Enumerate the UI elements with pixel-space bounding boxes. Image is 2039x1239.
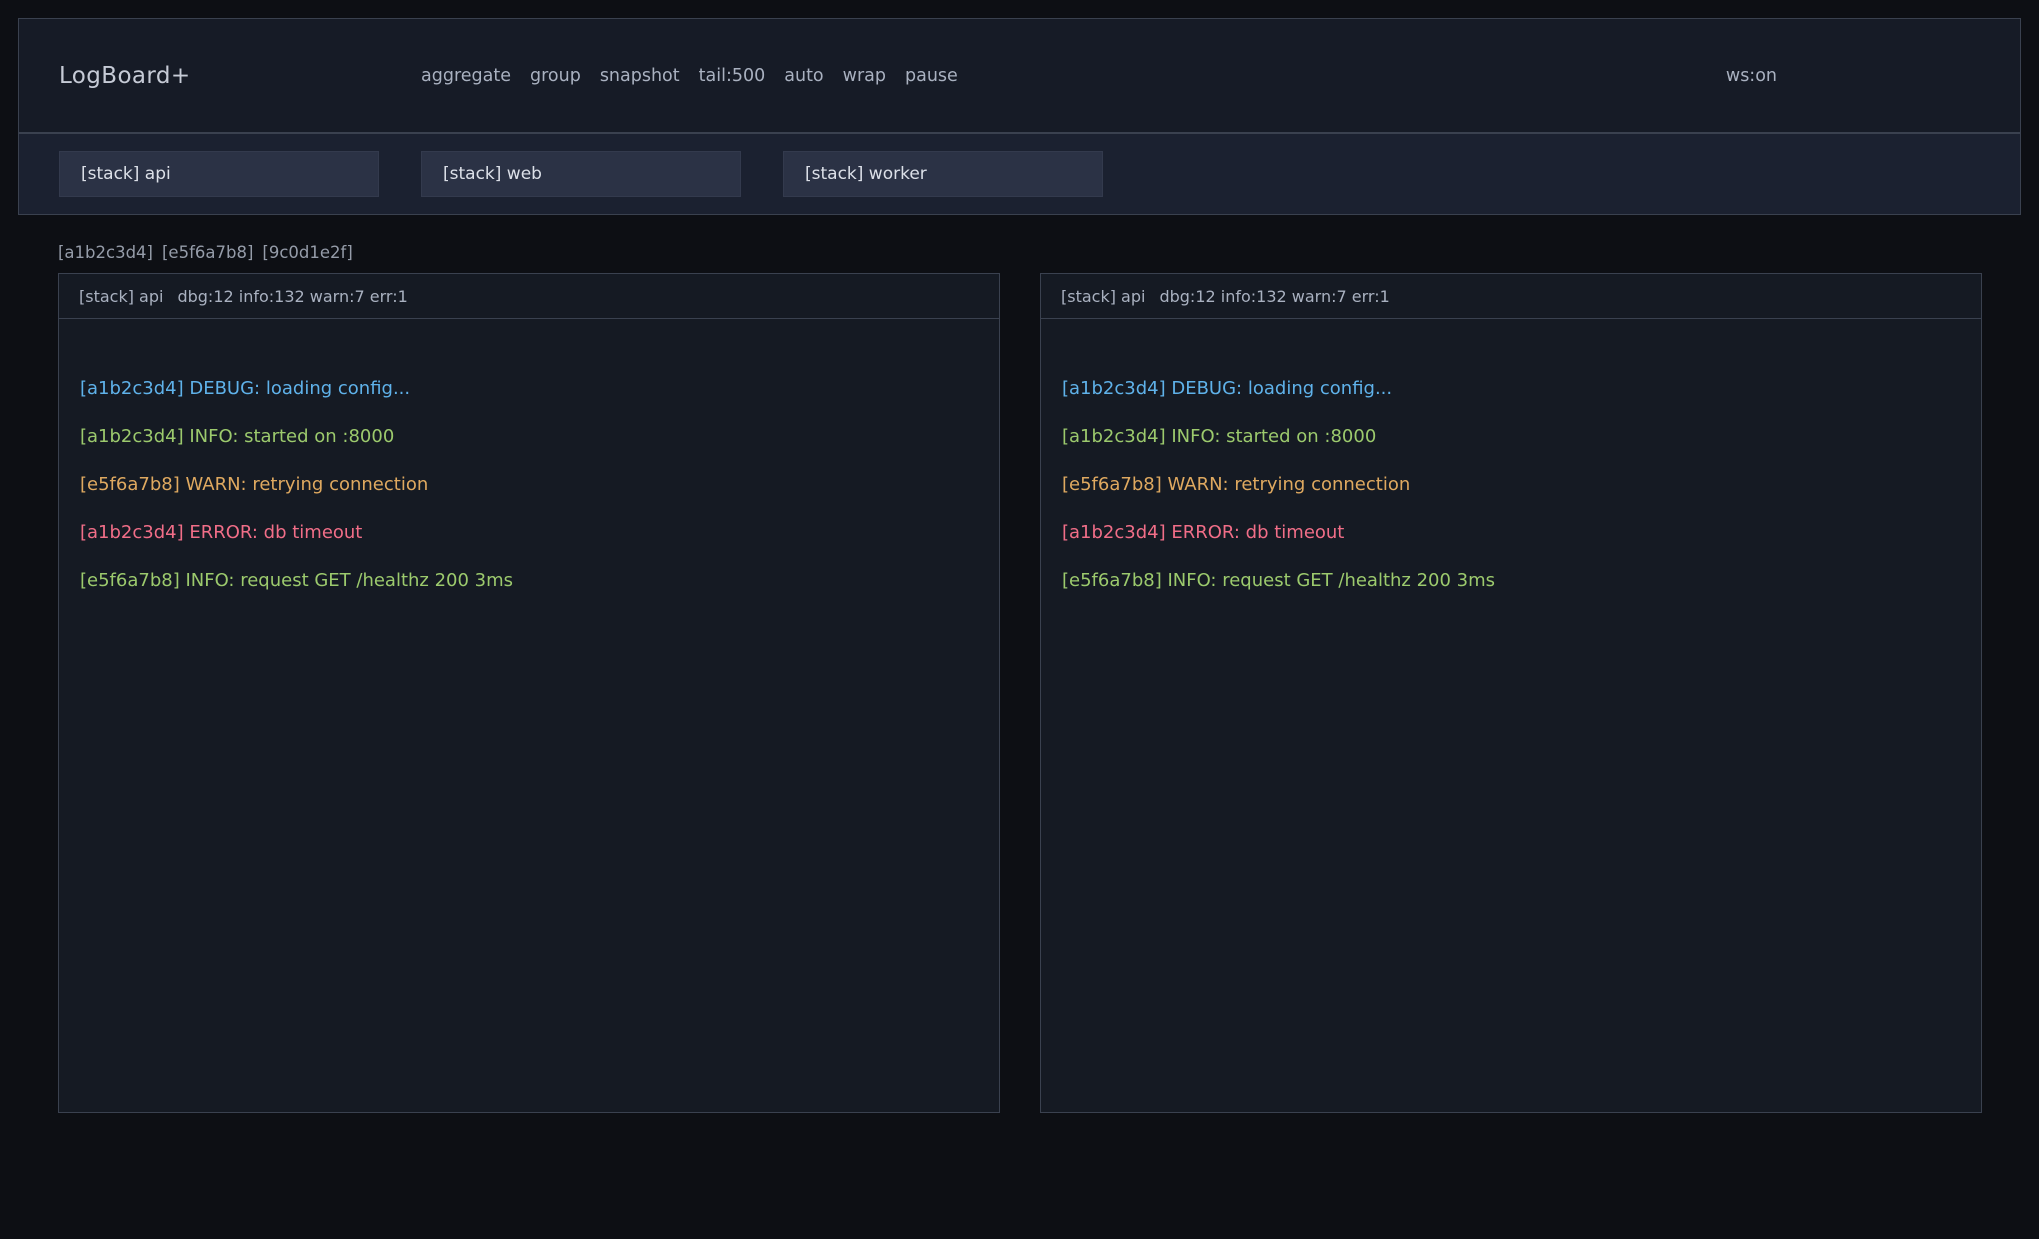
stack-tab-row: [stack] api [stack] web [stack] worker — [19, 134, 2020, 214]
log-line: [a1b2c3d4] INFO: started on :8000 — [1062, 413, 1961, 461]
menu-item-tail[interactable]: tail:500 — [699, 66, 766, 86]
log-line: [a1b2c3d4] DEBUG: loading config... — [1062, 365, 1961, 413]
trace-filter-breadcrumb: [a1b2c3d4] [e5f6a7b8] [9c0d1e2f] — [58, 243, 1981, 262]
menu-item-snapshot[interactable]: snapshot — [600, 66, 680, 86]
app-header: LogBoard+ aggregate group snapshot tail:… — [18, 18, 2021, 215]
panel-title: [stack] api — [1061, 287, 1145, 306]
panel-level-counts: dbg:12 info:132 warn:7 err:1 — [1159, 287, 1389, 306]
log-line: [a1b2c3d4] INFO: started on :8000 — [80, 413, 979, 461]
menu-item-auto[interactable]: auto — [784, 66, 823, 86]
panel-header: [stack] api dbg:12 info:132 warn:7 err:1 — [1041, 274, 1981, 319]
tab-stack-api[interactable]: [stack] api — [59, 151, 379, 197]
ws-status-toggle[interactable]: ws:on — [1726, 66, 1777, 86]
toolbar-menu: aggregate group snapshot tail:500 auto w… — [421, 66, 958, 86]
log-panel-left: [stack] api dbg:12 info:132 warn:7 err:1… — [58, 273, 1000, 1113]
panel-title: [stack] api — [79, 287, 163, 306]
menu-item-group[interactable]: group — [530, 66, 581, 86]
log-scroll-area[interactable]: [a1b2c3d4] DEBUG: loading config... [a1b… — [1041, 319, 1981, 625]
log-line: [e5f6a7b8] WARN: retrying connection — [80, 461, 979, 509]
menu-item-wrap[interactable]: wrap — [843, 66, 886, 86]
menu-item-aggregate[interactable]: aggregate — [421, 66, 511, 86]
filter-chip-9c0d1e2f[interactable]: [9c0d1e2f] — [262, 243, 352, 262]
log-scroll-area[interactable]: [a1b2c3d4] DEBUG: loading config... [a1b… — [59, 319, 999, 625]
page-title: LogBoard+ — [59, 63, 421, 89]
panel-header: [stack] api dbg:12 info:132 warn:7 err:1 — [59, 274, 999, 319]
filter-chip-e5f6a7b8[interactable]: [e5f6a7b8] — [162, 243, 253, 262]
log-line: [e5f6a7b8] INFO: request GET /healthz 20… — [1062, 557, 1961, 605]
header-toolbar: LogBoard+ aggregate group snapshot tail:… — [19, 19, 2020, 134]
log-line: [a1b2c3d4] DEBUG: loading config... — [80, 365, 979, 413]
log-line: [e5f6a7b8] INFO: request GET /healthz 20… — [80, 557, 979, 605]
filter-chip-a1b2c3d4[interactable]: [a1b2c3d4] — [58, 243, 153, 262]
log-line: [e5f6a7b8] WARN: retrying connection — [1062, 461, 1961, 509]
menu-item-pause[interactable]: pause — [905, 66, 958, 86]
log-panels: [stack] api dbg:12 info:132 warn:7 err:1… — [58, 273, 1982, 1113]
tab-stack-worker[interactable]: [stack] worker — [783, 151, 1103, 197]
log-line: [a1b2c3d4] ERROR: db timeout — [80, 509, 979, 557]
panel-level-counts: dbg:12 info:132 warn:7 err:1 — [177, 287, 407, 306]
log-line: [a1b2c3d4] ERROR: db timeout — [1062, 509, 1961, 557]
log-panel-right: [stack] api dbg:12 info:132 warn:7 err:1… — [1040, 273, 1982, 1113]
tab-stack-web[interactable]: [stack] web — [421, 151, 741, 197]
